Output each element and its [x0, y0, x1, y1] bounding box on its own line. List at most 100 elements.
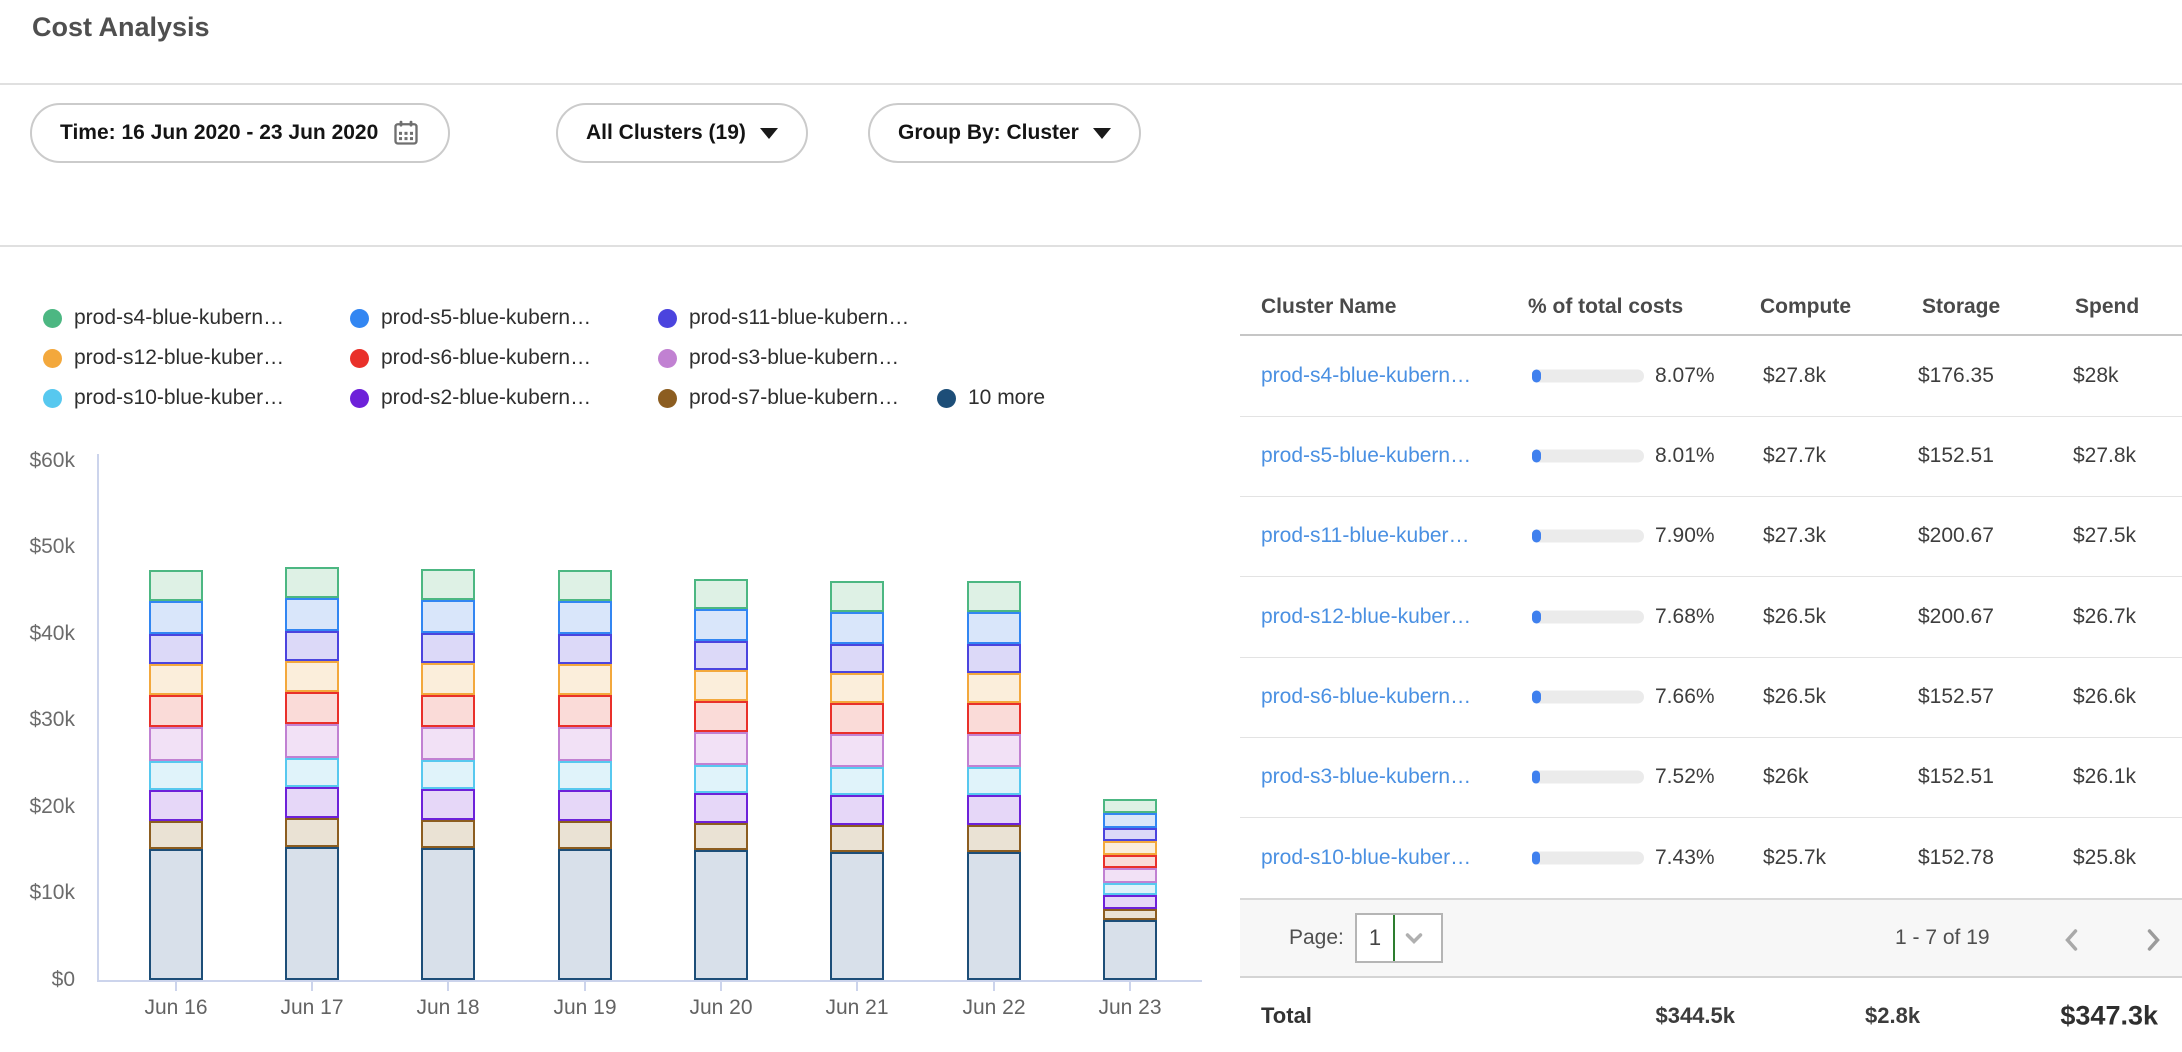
bar-segment[interactable] [1103, 895, 1157, 909]
cluster-filter-dropdown[interactable]: All Clusters (19) [556, 103, 808, 163]
bar-segment[interactable] [149, 695, 203, 727]
bar-segment[interactable] [694, 793, 748, 823]
bar-segment[interactable] [421, 727, 475, 761]
bar-segment[interactable] [830, 581, 884, 611]
bar-segment[interactable] [694, 701, 748, 732]
cluster-link[interactable]: prod-s5-blue-kubern… [1261, 444, 1471, 468]
bar-segment[interactable] [285, 818, 339, 847]
bar-segment[interactable] [421, 569, 475, 600]
bar-segment[interactable] [149, 727, 203, 761]
bar-segment[interactable] [558, 634, 612, 664]
bar-segment[interactable] [285, 598, 339, 631]
bar-segment[interactable] [830, 795, 884, 825]
legend-item[interactable]: prod-s3-blue-kubern… [658, 341, 899, 375]
bar-segment[interactable] [149, 634, 203, 664]
bar-segment[interactable] [967, 852, 1021, 980]
bar-segment[interactable] [149, 821, 203, 849]
bar-segment[interactable] [558, 790, 612, 821]
bar-segment[interactable] [149, 570, 203, 601]
bar-segment[interactable] [421, 600, 475, 633]
bar-segment[interactable] [694, 765, 748, 794]
bar-segment[interactable] [558, 727, 612, 761]
group-by-dropdown[interactable]: Group By: Cluster [868, 103, 1141, 163]
bar-segment[interactable] [830, 767, 884, 795]
bar-segment[interactable] [421, 633, 475, 663]
bar-segment[interactable] [149, 601, 203, 634]
bar-segment[interactable] [967, 581, 1021, 611]
bar-segment[interactable] [830, 612, 884, 644]
bar-segment[interactable] [149, 790, 203, 821]
bar-segment[interactable] [967, 612, 1021, 644]
bar-segment[interactable] [830, 734, 884, 767]
bar-segment[interactable] [421, 760, 475, 789]
page-select[interactable]: 1 [1355, 913, 1443, 963]
bar-segment[interactable] [421, 820, 475, 848]
bar-segment[interactable] [285, 787, 339, 818]
bar-segment[interactable] [967, 703, 1021, 734]
bar-segment[interactable] [285, 847, 339, 980]
legend-item[interactable]: prod-s11-blue-kubern… [658, 301, 909, 335]
legend-item[interactable]: prod-s7-blue-kubern… [658, 381, 899, 415]
cluster-link[interactable]: prod-s6-blue-kubern… [1261, 685, 1471, 709]
bar-segment[interactable] [694, 641, 748, 670]
bar-segment[interactable] [830, 703, 884, 734]
bar-segment[interactable] [285, 724, 339, 758]
bar-segment[interactable] [421, 663, 475, 694]
bar-segment[interactable] [694, 850, 748, 980]
next-page-button[interactable] [2133, 920, 2173, 960]
legend-item[interactable]: prod-s2-blue-kubern… [350, 381, 591, 415]
bar-segment[interactable] [285, 692, 339, 724]
bar-segment[interactable] [967, 825, 1021, 852]
bar-segment[interactable] [967, 767, 1021, 795]
legend-item[interactable]: prod-s10-blue-kuber… [43, 381, 284, 415]
bar-segment[interactable] [558, 695, 612, 727]
bar-segment[interactable] [830, 644, 884, 673]
bar-segment[interactable] [830, 825, 884, 852]
bar-segment[interactable] [285, 758, 339, 787]
cluster-link[interactable]: prod-s12-blue-kuber… [1261, 605, 1471, 629]
bar-segment[interactable] [285, 661, 339, 692]
bar-segment[interactable] [1103, 920, 1157, 980]
bar-segment[interactable] [558, 570, 612, 601]
bar-segment[interactable] [967, 795, 1021, 825]
bar-segment[interactable] [694, 609, 748, 641]
cluster-link[interactable]: prod-s10-blue-kuber… [1261, 846, 1471, 870]
bar-segment[interactable] [285, 631, 339, 661]
bar-segment[interactable] [967, 734, 1021, 767]
bar-segment[interactable] [830, 673, 884, 703]
bar-segment[interactable] [1103, 841, 1157, 855]
previous-page-button[interactable] [2052, 920, 2092, 960]
bar-segment[interactable] [149, 761, 203, 790]
bar-segment[interactable] [1103, 868, 1157, 883]
legend-item[interactable]: 10 more [937, 381, 1045, 415]
bar-segment[interactable] [967, 673, 1021, 703]
bar-segment[interactable] [694, 732, 748, 765]
bar-segment[interactable] [558, 601, 612, 634]
bar-segment[interactable] [421, 695, 475, 727]
bar-segment[interactable] [421, 789, 475, 820]
bar-segment[interactable] [1103, 855, 1157, 869]
time-range-filter[interactable]: Time: 16 Jun 2020 - 23 Jun 2020 [30, 103, 450, 163]
bar-segment[interactable] [1103, 883, 1157, 895]
legend-item[interactable]: prod-s4-blue-kubern… [43, 301, 284, 335]
bar-segment[interactable] [558, 761, 612, 790]
legend-item[interactable]: prod-s12-blue-kuber… [43, 341, 284, 375]
bar-segment[interactable] [1103, 799, 1157, 813]
bar-segment[interactable] [149, 664, 203, 695]
bar-segment[interactable] [558, 664, 612, 695]
legend-item[interactable]: prod-s5-blue-kubern… [350, 301, 591, 335]
bar-segment[interactable] [694, 579, 748, 609]
bar-segment[interactable] [421, 848, 475, 980]
legend-item[interactable]: prod-s6-blue-kubern… [350, 341, 591, 375]
bar-segment[interactable] [694, 823, 748, 850]
cluster-link[interactable]: prod-s3-blue-kubern… [1261, 765, 1471, 789]
bar-segment[interactable] [149, 849, 203, 980]
bar-segment[interactable] [830, 852, 884, 980]
bar-segment[interactable] [967, 644, 1021, 673]
bar-segment[interactable] [558, 849, 612, 980]
cluster-link[interactable]: prod-s4-blue-kubern… [1261, 364, 1471, 388]
bar-segment[interactable] [694, 670, 748, 700]
bar-segment[interactable] [558, 821, 612, 849]
cluster-link[interactable]: prod-s11-blue-kuber… [1261, 524, 1470, 548]
bar-segment[interactable] [1103, 909, 1157, 920]
